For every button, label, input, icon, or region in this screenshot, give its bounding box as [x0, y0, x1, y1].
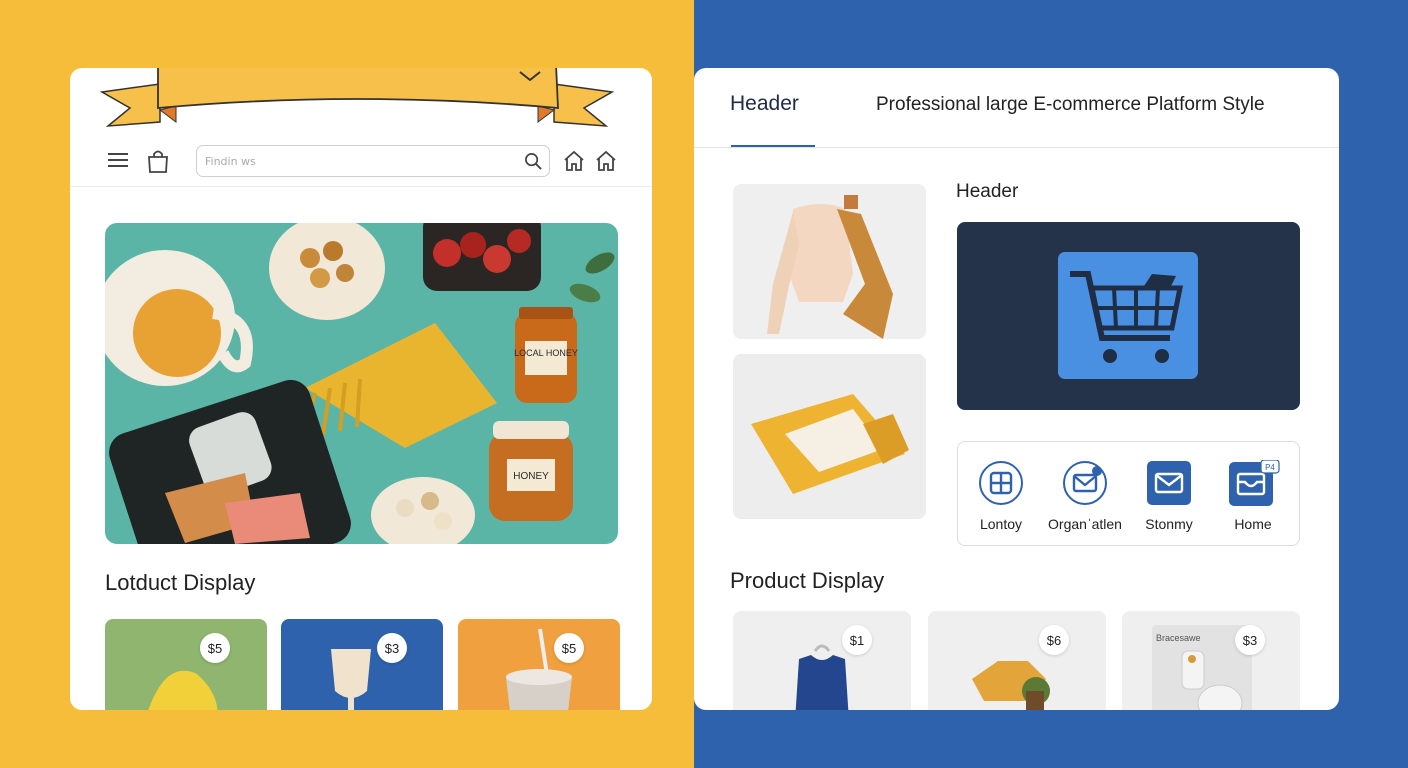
mail-icon — [1063, 461, 1107, 505]
quick-link-label: Organˈatlen — [1048, 516, 1122, 532]
inbox-icon: P4 — [1229, 459, 1280, 506]
nav-bar — [70, 140, 652, 186]
product-tile[interactable]: $5 — [458, 619, 620, 710]
product-tile[interactable]: $3 — [281, 619, 443, 710]
product-image — [1152, 625, 1252, 710]
product-card[interactable]: $3 Bracesawe — [1122, 611, 1300, 710]
desktop-store-card: Header Professional large E-commerce Pla… — [694, 68, 1339, 710]
price-badge: $5 — [200, 633, 230, 663]
mobile-store-card: LOCAL HONEY HONEY Lotduct Display $5 $3 — [70, 68, 652, 710]
quick-link-label: Lontoy — [979, 516, 1023, 532]
home-icon[interactable] — [594, 149, 618, 173]
header-ribbon — [100, 68, 614, 127]
shopping-cart-icon — [1070, 271, 1184, 363]
quick-link-label: Stonmy — [1145, 516, 1193, 532]
quick-link-label: Home — [1234, 516, 1272, 532]
product-label: Bracesawe — [1156, 633, 1201, 643]
quick-link-item[interactable]: P4 Home — [1212, 459, 1294, 532]
price-badge: $3 — [1235, 625, 1265, 655]
honey-jar-label: HONEY — [513, 471, 549, 482]
section-header: Header — [956, 181, 1019, 202]
envelope-icon — [1147, 461, 1191, 505]
section-title: Lotduct Display — [105, 570, 256, 595]
home-icon[interactable] — [562, 149, 586, 173]
product-card[interactable]: $6 — [928, 611, 1106, 710]
platform-title: Professional large E-commerce Platform S… — [876, 94, 1265, 115]
product-card[interactable]: $1 — [733, 611, 911, 710]
bag-icon[interactable] — [146, 148, 170, 174]
search-input[interactable] — [205, 151, 505, 171]
tab-header[interactable]: Header — [730, 92, 799, 116]
cart-tile[interactable] — [1058, 252, 1198, 379]
quick-link-item[interactable]: Lontoy — [960, 460, 1042, 532]
grid-icon — [979, 461, 1023, 505]
header-divider — [694, 147, 1339, 148]
search-icon[interactable] — [524, 152, 543, 171]
product-tile[interactable]: $5 — [105, 619, 267, 710]
price-badge: $1 — [842, 625, 872, 655]
menu-icon[interactable] — [108, 150, 128, 170]
product-image — [972, 661, 1050, 710]
promo-banner[interactable] — [957, 222, 1300, 410]
product-image — [506, 628, 572, 710]
nav-divider — [70, 186, 652, 187]
product-image — [148, 670, 218, 710]
product-image — [331, 649, 371, 710]
apparel-image — [767, 195, 893, 339]
price-badge: $5 — [554, 633, 584, 663]
product-photo-fabric[interactable] — [733, 354, 926, 519]
price-badge: $3 — [377, 633, 407, 663]
quick-link-item[interactable]: Organˈatlen — [1044, 460, 1126, 532]
search-bar[interactable] — [196, 145, 550, 177]
section-title: Product Display — [730, 568, 885, 593]
quick-links-panel: Lontoy Organˈatlen Stonmy P4 Home — [957, 441, 1300, 546]
honey-jar-label: LOCAL HONEY — [514, 348, 578, 358]
fabric-image — [751, 394, 909, 494]
product-photo-apparel[interactable] — [733, 184, 926, 339]
hero-banner-image[interactable]: LOCAL HONEY HONEY — [105, 223, 618, 544]
price-badge: $6 — [1039, 625, 1069, 655]
notification-badge: P4 — [1265, 463, 1275, 472]
quick-link-item[interactable]: Stonmy — [1128, 460, 1210, 532]
product-image — [795, 644, 849, 710]
